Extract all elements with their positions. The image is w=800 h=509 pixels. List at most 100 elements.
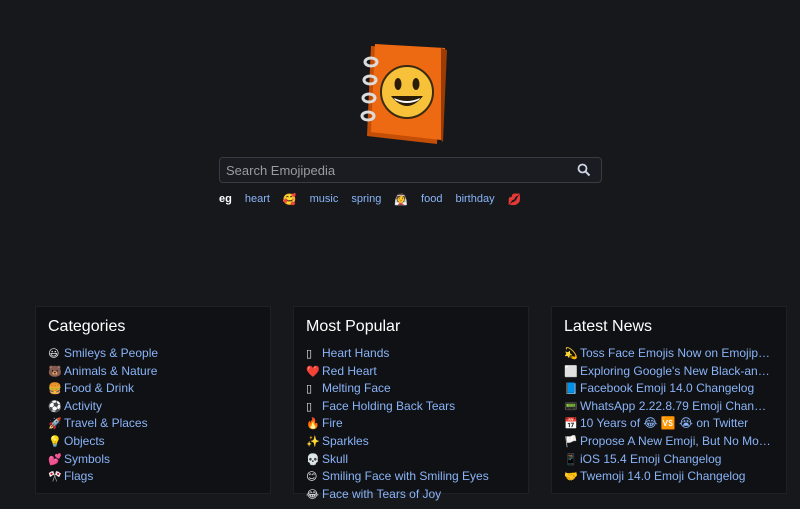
category-link[interactable]: Symbols xyxy=(64,452,110,466)
list-item: ⬜ Exploring Google's New Black-an… xyxy=(564,363,774,381)
news-icon: 📘 xyxy=(564,383,578,396)
category-icon: 🚀 xyxy=(48,418,62,431)
emoji-icon: 🔥 xyxy=(306,418,320,431)
news-link[interactable]: Toss Face Emojis Now on Emojip… xyxy=(580,346,770,360)
search-input[interactable] xyxy=(220,158,573,182)
suggestion-emoji-link[interactable]: 🥰 xyxy=(283,193,297,206)
search-box xyxy=(219,157,602,183)
category-link[interactable]: Flags xyxy=(64,469,93,483)
suggestion-link[interactable]: music xyxy=(310,193,339,205)
list-item: ⚽ Activity xyxy=(48,398,258,416)
news-link[interactable]: Twemoji 14.0 Emoji Changelog xyxy=(580,469,745,483)
news-icon: 📅 xyxy=(564,418,578,431)
category-link[interactable]: Animals & Nature xyxy=(64,364,157,378)
list-item: ✨ Sparkles xyxy=(306,433,516,451)
category-icon: 🍔 xyxy=(48,383,62,396)
news-link[interactable]: iOS 15.4 Emoji Changelog xyxy=(580,452,721,466)
news-icon: 🤝 xyxy=(564,471,578,484)
list-item: ▯ Face Holding Back Tears xyxy=(306,398,516,416)
list-item: 😂 Face with Tears of Joy xyxy=(306,486,516,504)
popular-emoji-link[interactable]: Melting Face xyxy=(322,381,391,395)
news-link[interactable]: 10 Years of 😂 🆚 😭 on Twitter xyxy=(580,416,748,430)
list-item: 🎌 Flags xyxy=(48,468,258,486)
popular-emoji-link[interactable]: Skull xyxy=(322,452,348,466)
category-icon: ⚽ xyxy=(48,400,62,413)
news-link[interactable]: Propose A New Emoji, But No Mo… xyxy=(580,434,771,448)
popular-emoji-link[interactable]: Face Holding Back Tears xyxy=(322,399,455,413)
popular-emoji-link[interactable]: Smiling Face with Smiling Eyes xyxy=(322,469,489,483)
emojipedia-logo[interactable] xyxy=(357,40,453,152)
list-item: 🚀 Travel & Places xyxy=(48,415,258,433)
popular-emoji-link[interactable]: Fire xyxy=(322,416,343,430)
emoji-icon: ▯ xyxy=(306,400,313,413)
book-icon xyxy=(360,44,447,144)
category-link[interactable]: Food & Drink xyxy=(64,381,134,395)
popular-emoji-link[interactable]: Heart Hands xyxy=(322,346,389,360)
news-icon: 🏳️ xyxy=(564,435,578,448)
list-item: ▯ Melting Face xyxy=(306,380,516,398)
list-item: 🏳️ Propose A New Emoji, But No Mo… xyxy=(564,433,774,451)
list-item: ▯ Heart Hands xyxy=(306,345,516,363)
category-link[interactable]: Objects xyxy=(64,434,105,448)
list-item: 📟 WhatsApp 2.22.8.79 Emoji Chan… xyxy=(564,398,774,416)
emoji-icon: ▯ xyxy=(306,383,313,396)
emoji-icon: ❤️ xyxy=(306,365,320,378)
list-item: 💡 Objects xyxy=(48,433,258,451)
news-link[interactable]: Exploring Google's New Black-an… xyxy=(580,364,770,378)
categories-title: Categories xyxy=(48,318,126,335)
list-item: 😊 Smiling Face with Smiling Eyes xyxy=(306,468,516,486)
search-icon[interactable] xyxy=(573,159,595,181)
list-item: 🔥 Fire xyxy=(306,415,516,433)
category-icon: 💕 xyxy=(48,453,62,466)
category-icon: 🎌 xyxy=(48,471,62,484)
list-item: 💫 Toss Face Emojis Now on Emojip… xyxy=(564,345,774,363)
suggestion-link[interactable]: food xyxy=(421,193,442,205)
news-icon: 📱 xyxy=(564,453,578,466)
news-icon: ⬜ xyxy=(564,365,578,378)
categories-list: 😃 Smileys & People 🐻 Animals & Nature 🍔 Foo… xyxy=(48,345,258,486)
list-item: 💕 Symbols xyxy=(48,451,258,469)
category-link[interactable]: Travel & Places xyxy=(64,416,148,430)
categories-panel: Categories 😃 Smileys & People 🐻 Animals & … xyxy=(35,306,271,494)
news-link[interactable]: WhatsApp 2.22.8.79 Emoji Chan… xyxy=(580,399,766,413)
latest-news-list: 💫 Toss Face Emojis Now on Emojip… ⬜ Explor… xyxy=(564,345,774,486)
category-link[interactable]: Smileys & People xyxy=(64,346,158,360)
emoji-icon: 😊 xyxy=(306,471,318,484)
suggestion-link[interactable]: spring xyxy=(351,193,381,205)
list-item: ❤️ Red Heart xyxy=(306,363,516,381)
category-icon: 🐻 xyxy=(48,365,62,378)
list-item: 📱 iOS 15.4 Emoji Changelog xyxy=(564,451,774,469)
suggestion-emoji-link[interactable]: 💋 xyxy=(508,193,522,206)
search-suggestions: eg heart 🥰 music spring 👰 food birthday … xyxy=(219,190,534,208)
suggestion-emoji-link[interactable]: 👰 xyxy=(394,193,408,206)
category-link[interactable]: Activity xyxy=(64,399,102,413)
list-item: 📘 Facebook Emoji 14.0 Changelog xyxy=(564,380,774,398)
latest-news-panel: Latest News 💫 Toss Face Emojis Now on Emo… xyxy=(551,306,787,494)
suggestion-link[interactable]: birthday xyxy=(455,193,494,205)
emoji-icon: ✨ xyxy=(306,435,320,448)
list-item: 🐻 Animals & Nature xyxy=(48,363,258,381)
most-popular-panel: Most Popular ▯ Heart Hands ❤️ Red Heart ▯ M… xyxy=(293,306,529,501)
list-item: 📅 10 Years of 😂 🆚 😭 on Twitter xyxy=(564,415,774,433)
news-icon: 📟 xyxy=(564,400,578,413)
emojipedia-home: eg heart 🥰 music spring 👰 food birthday … xyxy=(0,0,800,509)
emoji-icon: 💀 xyxy=(306,453,320,466)
emoji-icon: ▯ xyxy=(306,348,313,360)
suggestion-link[interactable]: heart xyxy=(245,193,270,205)
category-icon: 💡 xyxy=(48,435,62,448)
popular-emoji-link[interactable]: Sparkles xyxy=(322,434,369,448)
category-icon: 😃 xyxy=(48,348,60,360)
suggestions-eg-label: eg xyxy=(219,193,232,205)
most-popular-list: ▯ Heart Hands ❤️ Red Heart ▯ Melting Face ▯… xyxy=(306,345,516,503)
list-item: 🍔 Food & Drink xyxy=(48,380,258,398)
popular-emoji-link[interactable]: Red Heart xyxy=(322,364,377,378)
list-item: 💀 Skull xyxy=(306,451,516,469)
list-item: 😃 Smileys & People xyxy=(48,345,258,363)
popular-emoji-link[interactable]: Face with Tears of Joy xyxy=(322,487,441,501)
most-popular-title: Most Popular xyxy=(306,318,401,335)
list-item: 🤝 Twemoji 14.0 Emoji Changelog xyxy=(564,468,774,486)
latest-news-title: Latest News xyxy=(564,318,653,335)
news-link[interactable]: Facebook Emoji 14.0 Changelog xyxy=(580,381,754,395)
news-icon: 💫 xyxy=(564,348,578,360)
emoji-icon: 😂 xyxy=(306,488,319,501)
